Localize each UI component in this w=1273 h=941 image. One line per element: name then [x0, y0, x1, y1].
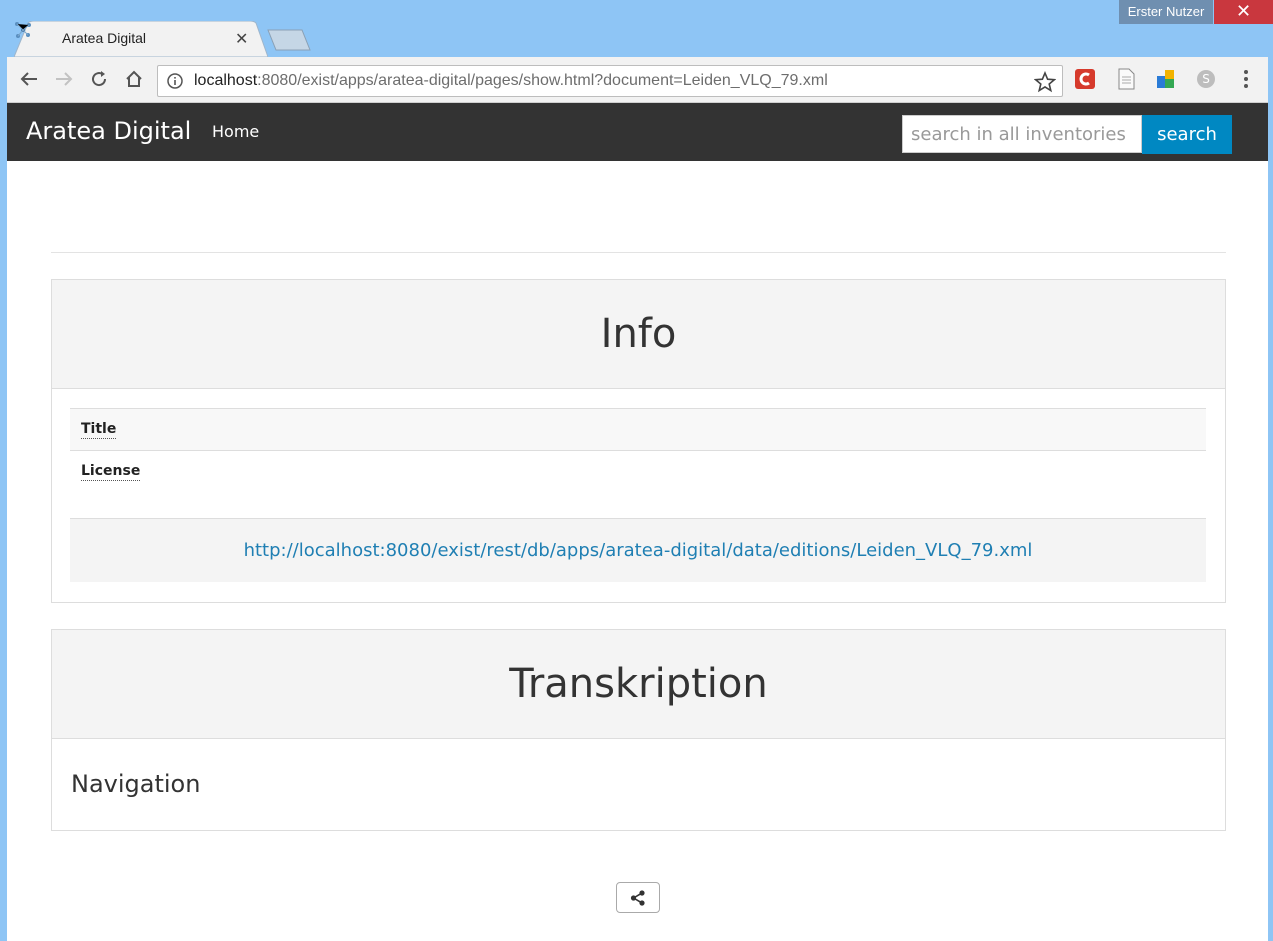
share-button[interactable] — [616, 882, 660, 913]
extension-c-icon[interactable] — [1074, 68, 1096, 90]
back-icon[interactable] — [17, 67, 41, 91]
info-icon[interactable] — [167, 73, 183, 89]
svg-text:S: S — [1202, 72, 1210, 86]
new-tab-button[interactable] — [266, 29, 312, 51]
tab-close-icon[interactable]: ✕ — [235, 29, 248, 48]
star-icon[interactable] — [1034, 71, 1056, 93]
site-navbar: Aratea Digital Home search — [7, 103, 1268, 161]
address-url: localhost:8080/exist/apps/aratea-digital… — [194, 72, 828, 90]
info-table: Title License — [70, 408, 1206, 492]
search-button[interactable]: search — [1142, 115, 1232, 154]
extension-puzzle-icon[interactable] — [1155, 68, 1177, 90]
forward-icon[interactable] — [52, 67, 76, 91]
table-row: License — [70, 450, 1206, 492]
info-panel: Info Title License http://localhost:8080… — [51, 279, 1226, 603]
brand-link[interactable]: Aratea Digital — [26, 117, 191, 145]
document-icon[interactable] — [1115, 68, 1137, 90]
divider — [51, 252, 1226, 253]
address-bar[interactable]: localhost:8080/exist/apps/aratea-digital… — [157, 65, 1063, 97]
tab-favicon-icon — [15, 22, 31, 38]
transcription-panel-header: Transkription — [52, 630, 1225, 739]
browser-tab[interactable]: Aratea Digital ✕ — [14, 21, 268, 57]
menu-dots-icon[interactable] — [1238, 68, 1254, 90]
nav-home-link[interactable]: Home — [212, 122, 259, 141]
home-icon[interactable] — [122, 67, 146, 91]
search-input[interactable] — [902, 115, 1142, 153]
browser-toolbar: localhost:8080/exist/apps/aratea-digital… — [7, 57, 1268, 103]
skype-icon[interactable]: S — [1195, 68, 1217, 90]
share-icon — [630, 889, 645, 906]
tab-title: Aratea Digital — [62, 30, 147, 46]
reload-icon[interactable] — [87, 67, 111, 91]
table-row: Title — [70, 408, 1206, 450]
user-profile-badge[interactable]: Erster Nutzer — [1119, 0, 1213, 24]
navigation-heading: Navigation — [71, 770, 201, 798]
info-panel-header: Info — [52, 280, 1225, 389]
window-close-button[interactable]: ✕ — [1214, 0, 1273, 24]
info-panel-title: Info — [600, 311, 677, 357]
license-label: License — [81, 463, 141, 481]
transcription-panel: Transkription Navigation — [51, 629, 1226, 831]
title-label: Title — [81, 421, 117, 439]
transcription-panel-title: Transkription — [509, 661, 768, 707]
source-xml-link[interactable]: http://localhost:8080/exist/rest/db/apps… — [244, 540, 1033, 561]
web-page: Aratea Digital Home search Info Title Li… — [7, 103, 1268, 941]
url-host: localhost — [194, 72, 258, 89]
url-path: :8080/exist/apps/aratea-digital/pages/sh… — [257, 72, 828, 89]
source-link-box: http://localhost:8080/exist/rest/db/apps… — [70, 518, 1206, 582]
